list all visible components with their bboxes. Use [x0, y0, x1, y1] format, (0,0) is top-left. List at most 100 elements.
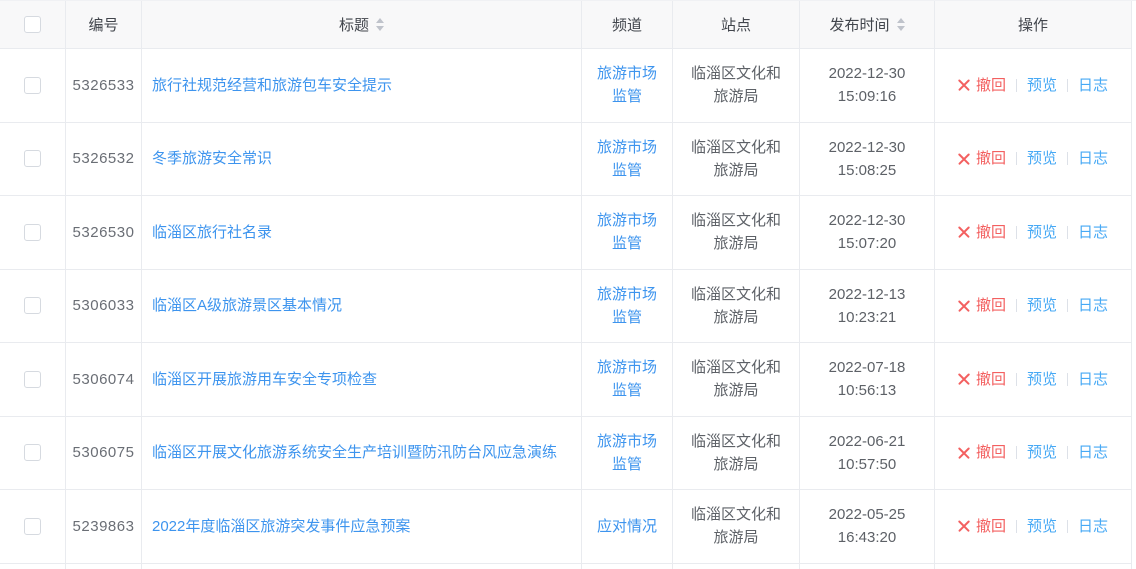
- close-icon: [958, 520, 971, 533]
- cell-checkbox: [0, 49, 66, 122]
- cell-title: 临淄区开展文化旅游系统安全生产培训暨防汛防台风应急演练: [142, 417, 582, 490]
- row-channel-link[interactable]: 旅游市场 监管: [597, 209, 657, 255]
- cell-checkbox: [0, 490, 66, 563]
- row-time: 2022-12-30 15:08:25: [829, 136, 906, 182]
- header-cell-actions: 操作: [935, 1, 1132, 48]
- table-row: 5306075 临淄区开展文化旅游系统安全生产培训暨防汛防台风应急演练 旅游市场…: [0, 417, 1132, 491]
- row-channel-link[interactable]: 旅游市场 监管: [597, 62, 657, 108]
- log-button[interactable]: 日志: [1078, 368, 1108, 391]
- cell-checkbox: [0, 196, 66, 269]
- row-title-link[interactable]: 2022年度临淄区旅游突发事件应急预案: [152, 515, 410, 538]
- preview-button[interactable]: 预览: [1027, 147, 1057, 170]
- caret-up-icon: [897, 18, 905, 23]
- action-divider: [1016, 226, 1017, 239]
- revoke-button[interactable]: 撤回: [958, 147, 1006, 170]
- preview-button[interactable]: 预览: [1027, 368, 1057, 391]
- select-all-checkbox[interactable]: [24, 16, 41, 33]
- cell-actions: 撤回 预览 日志: [935, 123, 1132, 196]
- row-channel-link[interactable]: 旅游市场 监管: [597, 136, 657, 182]
- row-title-link[interactable]: 临淄区开展文化旅游系统安全生产培训暨防汛防台风应急演练: [152, 441, 557, 464]
- cell-id: 5306033: [66, 270, 142, 343]
- row-title-link[interactable]: 冬季旅游安全常识: [152, 147, 272, 170]
- sort-icon[interactable]: [376, 18, 384, 31]
- action-divider: [1016, 520, 1017, 533]
- table-row: 5326533 旅行社规范经营和旅游包车安全提示 旅游市场 监管 临淄区文化和 …: [0, 49, 1132, 123]
- row-title-link[interactable]: 旅行社规范经营和旅游包车安全提示: [152, 74, 392, 97]
- cell-site: 临淄区文化和 旅游局: [673, 49, 800, 122]
- log-button[interactable]: 日志: [1078, 147, 1108, 170]
- header-cell-site: 站点: [673, 1, 800, 48]
- cell-channel: 旅游市场 监管: [582, 270, 673, 343]
- cell-time: [800, 564, 935, 569]
- cell-time: 2022-07-18 10:56:13: [800, 343, 935, 416]
- row-checkbox[interactable]: [24, 518, 41, 535]
- revoke-button[interactable]: 撤回: [958, 368, 1006, 391]
- row-time: 2022-05-25 16:43:20: [829, 503, 906, 549]
- row-checkbox[interactable]: [24, 224, 41, 241]
- row-id: 5326533: [73, 74, 135, 97]
- preview-button[interactable]: 预览: [1027, 441, 1057, 464]
- row-channel-link[interactable]: 旅游市场 监管: [597, 430, 657, 476]
- cell-time: 2022-12-13 10:23:21: [800, 270, 935, 343]
- cell-id: 5239863: [66, 490, 142, 563]
- revoke-button[interactable]: 撤回: [958, 515, 1006, 538]
- preview-button[interactable]: 预览: [1027, 74, 1057, 97]
- table-header: 编号 标题 频道 站点 发布时间 操作: [0, 1, 1132, 49]
- cell-title: [142, 564, 582, 569]
- cell-channel: [582, 564, 673, 569]
- log-button[interactable]: 日志: [1078, 221, 1108, 244]
- log-button[interactable]: 日志: [1078, 74, 1108, 97]
- cell-channel: 应对情况: [582, 490, 673, 563]
- cell-title: 旅行社规范经营和旅游包车安全提示: [142, 49, 582, 122]
- preview-button[interactable]: 预览: [1027, 221, 1057, 244]
- revoke-label: 撤回: [976, 515, 1006, 538]
- row-id: 5306074: [73, 368, 135, 391]
- column-label-title: 标题: [339, 14, 369, 35]
- table-row: 5239863 2022年度临淄区旅游突发事件应急预案 应对情况 临淄区文化和 …: [0, 490, 1132, 564]
- row-title-link[interactable]: 临淄区旅行社名录: [152, 221, 272, 244]
- cell-checkbox: [0, 564, 66, 569]
- table-body: 5326533 旅行社规范经营和旅游包车安全提示 旅游市场 监管 临淄区文化和 …: [0, 49, 1132, 569]
- cell-site: 临淄区文化和 旅游局: [673, 123, 800, 196]
- row-site: 临淄区文化和 旅游局: [691, 283, 781, 329]
- column-label-channel: 频道: [612, 14, 642, 35]
- sort-icon[interactable]: [897, 18, 905, 31]
- row-title-link[interactable]: 临淄区开展旅游用车安全专项检查: [152, 368, 377, 391]
- cell-title: 临淄区开展旅游用车安全专项检查: [142, 343, 582, 416]
- revoke-button[interactable]: 撤回: [958, 221, 1006, 244]
- revoke-label: 撤回: [976, 294, 1006, 317]
- column-label-site: 站点: [721, 14, 751, 35]
- cell-site: 临淄区文化和 旅游局: [673, 343, 800, 416]
- row-channel-link[interactable]: 应对情况: [597, 515, 657, 538]
- revoke-button[interactable]: 撤回: [958, 294, 1006, 317]
- row-id: 5239863: [73, 515, 135, 538]
- row-checkbox[interactable]: [24, 371, 41, 388]
- revoke-button[interactable]: 撤回: [958, 441, 1006, 464]
- log-button[interactable]: 日志: [1078, 294, 1108, 317]
- log-button[interactable]: 日志: [1078, 441, 1108, 464]
- column-label-time: 发布时间: [829, 14, 889, 35]
- row-id: 5306033: [73, 294, 135, 317]
- action-divider: [1067, 226, 1068, 239]
- row-channel-link[interactable]: 旅游市场 监管: [597, 356, 657, 402]
- cell-checkbox: [0, 270, 66, 343]
- cell-actions: 撤回 预览 日志: [935, 49, 1132, 122]
- cell-actions: [935, 564, 1132, 569]
- revoke-label: 撤回: [976, 441, 1006, 464]
- cell-channel: 旅游市场 监管: [582, 417, 673, 490]
- row-id: 5306075: [73, 441, 135, 464]
- row-title-link[interactable]: 临淄区A级旅游景区基本情况: [152, 294, 342, 317]
- revoke-button[interactable]: 撤回: [958, 74, 1006, 97]
- row-checkbox[interactable]: [24, 444, 41, 461]
- cell-channel: 旅游市场 监管: [582, 49, 673, 122]
- row-channel-link[interactable]: 旅游市场 监管: [597, 283, 657, 329]
- row-checkbox[interactable]: [24, 297, 41, 314]
- preview-button[interactable]: 预览: [1027, 294, 1057, 317]
- preview-button[interactable]: 预览: [1027, 515, 1057, 538]
- cell-checkbox: [0, 417, 66, 490]
- cell-time: 2022-12-30 15:08:25: [800, 123, 935, 196]
- cell-time: 2022-05-25 16:43:20: [800, 490, 935, 563]
- row-checkbox[interactable]: [24, 77, 41, 94]
- log-button[interactable]: 日志: [1078, 515, 1108, 538]
- row-checkbox[interactable]: [24, 150, 41, 167]
